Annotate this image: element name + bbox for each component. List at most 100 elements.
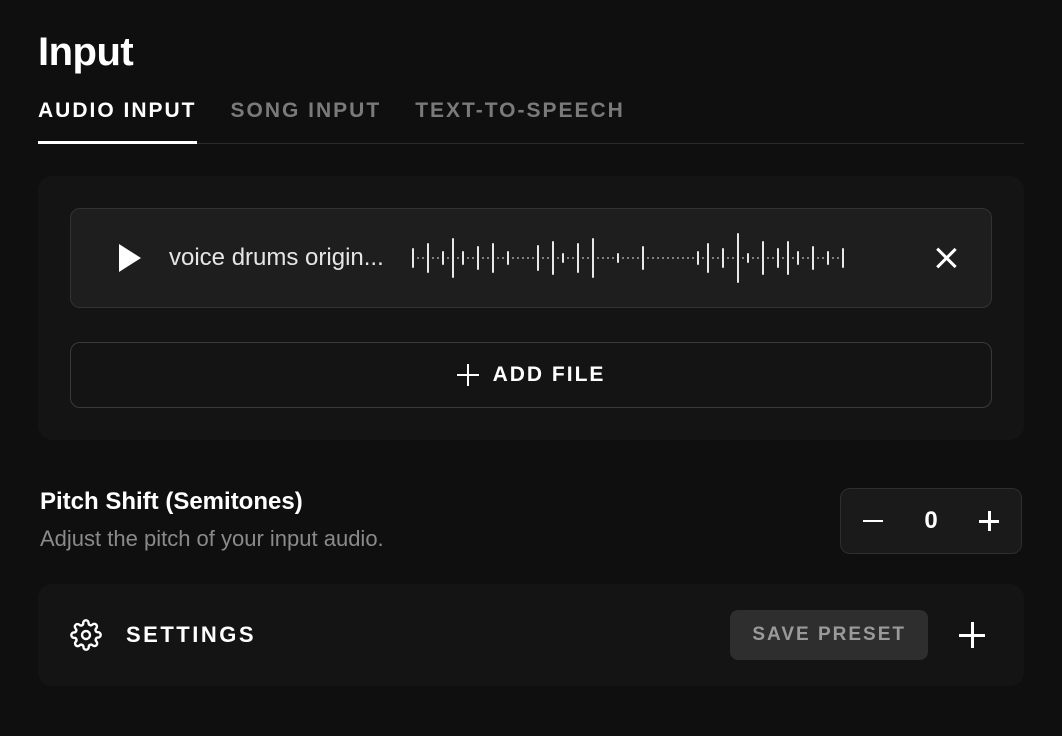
waveform-bar <box>417 257 419 259</box>
waveform-bar <box>492 243 494 273</box>
waveform-bar <box>792 257 794 259</box>
waveform-bar <box>707 243 709 273</box>
waveform-bar <box>732 257 734 259</box>
waveform-bar <box>762 241 764 275</box>
waveform-bar <box>822 257 824 259</box>
add-file-button[interactable]: ADD FILE <box>70 342 992 408</box>
settings-label: SETTINGS <box>126 622 706 648</box>
pitch-decrement-button[interactable] <box>845 489 901 553</box>
waveform-bar <box>752 257 754 259</box>
waveform-bar <box>727 257 729 259</box>
waveform-bar <box>637 257 639 259</box>
waveform-bar <box>812 246 814 270</box>
tab-song-input[interactable]: SONG INPUT <box>231 99 382 143</box>
waveform-bar <box>462 251 464 265</box>
waveform-bar <box>432 257 434 259</box>
waveform-bar <box>512 257 514 259</box>
audio-file-row: voice drums origin... <box>70 208 992 308</box>
waveform-bar <box>842 248 844 268</box>
waveform-bar <box>437 257 439 259</box>
minus-icon <box>863 520 883 523</box>
tab-text-to-speech[interactable]: TEXT-TO-SPEECH <box>415 99 625 143</box>
waveform-bar <box>782 257 784 259</box>
waveform-bar <box>612 257 614 259</box>
waveform-bar <box>557 257 559 259</box>
waveform-bar <box>667 257 669 259</box>
waveform-bar <box>797 251 799 265</box>
waveform-bar <box>422 257 424 259</box>
waveform-bar <box>622 257 624 259</box>
waveform-bar <box>807 257 809 259</box>
waveform-bar <box>547 257 549 259</box>
waveform-bar <box>802 257 804 259</box>
close-icon[interactable] <box>933 245 959 271</box>
waveform-bar <box>502 257 504 259</box>
waveform-bar <box>747 253 749 263</box>
waveform-bar <box>647 257 649 259</box>
waveform-bar <box>542 257 544 259</box>
waveform-bar <box>682 257 684 259</box>
waveform-bar <box>772 257 774 259</box>
waveform-bar <box>617 253 619 263</box>
waveform-bar <box>837 257 839 259</box>
pitch-value: 0 <box>901 507 961 535</box>
waveform-bar <box>597 257 599 259</box>
waveform-bar <box>662 257 664 259</box>
audio-file-name: voice drums origin... <box>169 244 384 272</box>
waveform-bar <box>672 257 674 259</box>
waveform-bar <box>577 243 579 273</box>
waveform-bar <box>757 257 759 259</box>
waveform-bar <box>452 238 454 278</box>
play-icon[interactable] <box>119 244 141 272</box>
waveform-bar <box>447 257 449 259</box>
waveform-bar <box>507 251 509 265</box>
add-file-label: ADD FILE <box>493 363 606 387</box>
waveform-bar <box>522 257 524 259</box>
waveform-bar <box>582 257 584 259</box>
waveform-bar <box>632 257 634 259</box>
pitch-stepper: 0 <box>840 488 1022 554</box>
waveform-bar <box>737 233 739 283</box>
waveform-bar <box>477 246 479 270</box>
settings-panel: SETTINGS SAVE PRESET <box>38 584 1024 686</box>
waveform-bar <box>652 257 654 259</box>
waveform-bar <box>787 241 789 275</box>
plus-icon <box>979 511 999 531</box>
waveform-bar <box>607 257 609 259</box>
waveform-bar <box>677 257 679 259</box>
save-preset-button[interactable]: SAVE PRESET <box>730 610 928 660</box>
waveform-bar <box>467 257 469 259</box>
waveform-bar <box>497 257 499 259</box>
waveform-bar <box>427 243 429 273</box>
pitch-shift-description: Adjust the pitch of your input audio. <box>40 526 384 552</box>
pitch-shift-row: Pitch Shift (Semitones) Adjust the pitch… <box>38 488 1024 554</box>
waveform[interactable] <box>412 231 885 285</box>
waveform-bar <box>642 246 644 270</box>
waveform-bar <box>587 257 589 259</box>
waveform-bar <box>722 248 724 268</box>
waveform-bar <box>442 251 444 265</box>
waveform-bar <box>767 257 769 259</box>
waveform-bar <box>532 257 534 259</box>
waveform-bar <box>537 245 539 271</box>
waveform-bar <box>567 257 569 259</box>
waveform-bar <box>487 257 489 259</box>
waveform-bar <box>692 257 694 259</box>
waveform-bar <box>412 248 414 268</box>
page-title: Input <box>38 30 1024 75</box>
waveform-bar <box>687 257 689 259</box>
waveform-bar <box>777 248 779 268</box>
waveform-bar <box>702 257 704 259</box>
pitch-increment-button[interactable] <box>961 489 1017 553</box>
waveform-bar <box>742 257 744 259</box>
waveform-bar <box>832 257 834 259</box>
pitch-shift-title: Pitch Shift (Semitones) <box>40 488 384 516</box>
plus-icon <box>457 364 479 386</box>
waveform-bar <box>602 257 604 259</box>
audio-input-panel: voice drums origin... ADD FILE <box>38 176 1024 440</box>
expand-settings-button[interactable] <box>952 615 992 655</box>
tab-bar: AUDIO INPUT SONG INPUT TEXT-TO-SPEECH <box>38 99 1024 144</box>
plus-icon <box>959 622 985 648</box>
tab-audio-input[interactable]: AUDIO INPUT <box>38 99 197 143</box>
waveform-bar <box>712 257 714 259</box>
